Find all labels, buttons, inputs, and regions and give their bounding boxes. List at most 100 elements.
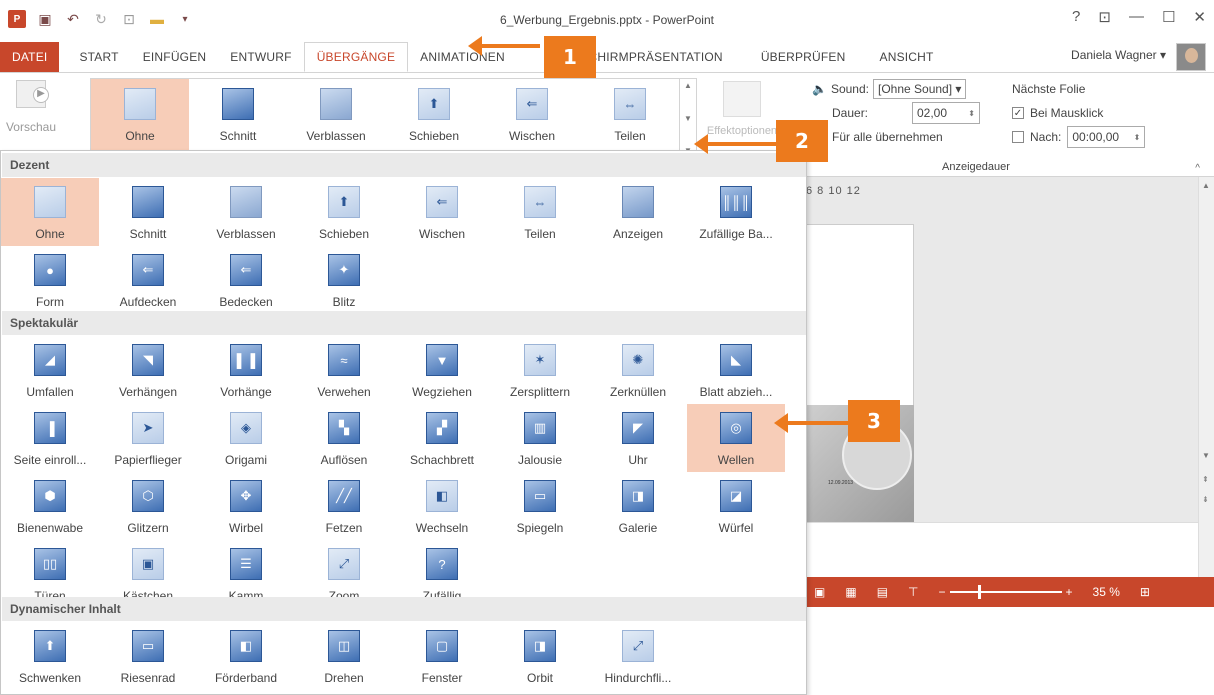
- transition-drehen[interactable]: ◫ Drehen: [295, 622, 393, 690]
- transition-uhr[interactable]: ◤ Uhr: [589, 404, 687, 472]
- duration-input[interactable]: 02,00 ⬍: [912, 102, 980, 124]
- transition-form[interactable]: ● Form: [1, 246, 99, 314]
- transition-foerderband[interactable]: ◧ Förderband: [197, 622, 295, 690]
- zoom-slider[interactable]: [949, 585, 1062, 599]
- transition-fenster[interactable]: ▢ Fenster: [393, 622, 491, 690]
- transition-zufaellige-balken[interactable]: ║║║ Zufällige Ba...: [687, 178, 785, 246]
- maximize-icon[interactable]: ☐: [1162, 8, 1175, 26]
- scroll-down-icon[interactable]: ▼: [1202, 451, 1210, 460]
- tab-ansicht[interactable]: ANSICHT: [868, 42, 946, 72]
- transition-label: Zerknüllen: [609, 385, 667, 399]
- tab-datei[interactable]: DATEI: [0, 42, 60, 72]
- collapse-ribbon-icon[interactable]: ^: [1195, 163, 1200, 174]
- transition-label: Wirbel: [228, 521, 263, 535]
- transition-label: Aufdecken: [119, 295, 177, 309]
- transition-wuerfel[interactable]: ◪ Würfel: [687, 472, 785, 540]
- transition-verhaengen[interactable]: ◥ Verhängen: [99, 336, 197, 404]
- tab-ueberpruefen[interactable]: ÜBERPRÜFEN: [749, 42, 858, 72]
- gallery-item-verblassen[interactable]: Verblassen: [287, 79, 385, 157]
- ribbon-display-icon[interactable]: ⊡: [1098, 8, 1111, 26]
- transition-zersplittern[interactable]: ✶ Zersplittern: [491, 336, 589, 404]
- user-name[interactable]: Daniela Wagner ▾: [1071, 48, 1166, 62]
- scroll-down-icon[interactable]: ▼: [684, 114, 692, 123]
- zoom-out-icon[interactable]: −: [938, 585, 945, 599]
- tab-start[interactable]: START: [67, 42, 130, 72]
- transition-zerknuellen[interactable]: ✺ Zerknüllen: [589, 336, 687, 404]
- previous-slide-icon[interactable]: ⇞: [1202, 475, 1209, 484]
- fit-to-window-icon[interactable]: ⊞: [1140, 585, 1150, 599]
- minimize-icon[interactable]: —: [1129, 8, 1144, 26]
- preview-button[interactable]: Vorschau: [0, 78, 62, 158]
- transition-vorhaenge[interactable]: ▌▐ Vorhänge: [197, 336, 295, 404]
- transition-wirbel[interactable]: ✥ Wirbel: [197, 472, 295, 540]
- transition-bienenwabe[interactable]: ⬢ Bienenwabe: [1, 472, 99, 540]
- scroll-up-icon[interactable]: ▲: [684, 81, 692, 90]
- gallery-item-schnitt[interactable]: Schnitt: [189, 79, 287, 157]
- tab-entwurf[interactable]: ENTWURF: [218, 42, 303, 72]
- scroll-up-icon[interactable]: ▲: [1202, 181, 1210, 190]
- on-click-checkbox[interactable]: ✓: [1012, 107, 1024, 119]
- tab-uebergaenge[interactable]: ÜBERGÄNGE: [303, 42, 409, 72]
- transition-wellen[interactable]: ◎ Wellen: [687, 404, 785, 472]
- transition-schnitt[interactable]: Schnitt: [99, 178, 197, 246]
- transition-papierflieger[interactable]: ➤ Papierflieger: [99, 404, 197, 472]
- transition-fetzen[interactable]: ╱╱ Fetzen: [295, 472, 393, 540]
- after-input[interactable]: 00:00,00 ⬍: [1067, 126, 1146, 148]
- transition-origami[interactable]: ◈ Origami: [197, 404, 295, 472]
- transition-schachbrett[interactable]: ▞ Schachbrett: [393, 404, 491, 472]
- vortex-transition-icon: ✥: [230, 480, 262, 512]
- orbit-transition-icon: ◨: [524, 630, 556, 662]
- transition-anzeigen[interactable]: Anzeigen: [589, 178, 687, 246]
- gallery-item-schieben[interactable]: ⬆ Schieben: [385, 79, 483, 157]
- normal-view-icon[interactable]: ▣: [814, 585, 825, 599]
- transition-label: Papierflieger: [114, 453, 182, 467]
- transition-umfallen[interactable]: ◢ Umfallen: [1, 336, 99, 404]
- transition-wegziehen[interactable]: ▼ Wegziehen: [393, 336, 491, 404]
- transition-label: Seite einroll...: [13, 453, 87, 467]
- transition-blitz[interactable]: ✦ Blitz: [295, 246, 393, 314]
- transition-galerie[interactable]: ◨ Galerie: [589, 472, 687, 540]
- gallery-item-teilen[interactable]: ⇔ Teilen: [581, 79, 679, 157]
- none-transition-icon: [34, 186, 66, 218]
- transition-seite-einrollen[interactable]: ▐ Seite einroll...: [1, 404, 99, 472]
- transition-aufdecken[interactable]: ⇐ Aufdecken: [99, 246, 197, 314]
- transition-orbit[interactable]: ◨ Orbit: [491, 622, 589, 690]
- transition-label: Drehen: [324, 671, 364, 685]
- gallery-item-ohne[interactable]: Ohne: [91, 79, 189, 157]
- transition-schieben[interactable]: ⬆ Schieben: [295, 178, 393, 246]
- after-checkbox[interactable]: [1012, 131, 1024, 143]
- transition-jalousie[interactable]: ▥ Jalousie: [491, 404, 589, 472]
- effect-options-button[interactable]: Effektoptionen: [704, 81, 780, 137]
- zoom-level[interactable]: 35 %: [1093, 585, 1120, 599]
- transition-verblassen[interactable]: Verblassen: [197, 178, 295, 246]
- vertical-scrollbar[interactable]: ▲ ▼ ⇞ ⇟: [1198, 177, 1214, 577]
- transition-hindurchfliegen[interactable]: ⤢ Hindurchfli...: [589, 622, 687, 690]
- apply-all-button[interactable]: Für alle übernehmen: [832, 130, 943, 144]
- next-slide-icon[interactable]: ⇟: [1202, 495, 1209, 504]
- transition-wechseln[interactable]: ◧ Wechseln: [393, 472, 491, 540]
- tab-einfuegen[interactable]: EINFÜGEN: [131, 42, 219, 72]
- after-label: Nach:: [1030, 130, 1062, 144]
- help-icon[interactable]: ?: [1072, 8, 1080, 26]
- transition-riesenrad[interactable]: ▭ Riesenrad: [99, 622, 197, 690]
- zoom-in-icon[interactable]: +: [1066, 585, 1073, 599]
- transition-aufloesen[interactable]: ▚ Auflösen: [295, 404, 393, 472]
- transition-ohne[interactable]: Ohne: [1, 178, 99, 246]
- reading-view-icon[interactable]: ▤: [877, 585, 888, 599]
- slide-sorter-icon[interactable]: ▦: [845, 585, 856, 599]
- gallery-item-wischen[interactable]: ⇐ Wischen: [483, 79, 581, 157]
- transition-schwenken[interactable]: ⬆ Schwenken: [1, 622, 99, 690]
- notes-pane[interactable]: [806, 522, 1198, 577]
- transition-teilen[interactable]: ⇔ Teilen: [491, 178, 589, 246]
- transition-verwehen[interactable]: ≈ Verwehen: [295, 336, 393, 404]
- transition-blatt-abziehen[interactable]: ◣ Blatt abzieh...: [687, 336, 785, 404]
- slideshow-view-icon[interactable]: ⊤: [908, 585, 918, 599]
- transition-spiegeln[interactable]: ▭ Spiegeln: [491, 472, 589, 540]
- transition-glitzern[interactable]: ⬡ Glitzern: [99, 472, 197, 540]
- close-icon[interactable]: ✕: [1193, 8, 1206, 26]
- transition-wischen[interactable]: ⇐ Wischen: [393, 178, 491, 246]
- sound-select[interactable]: [Ohne Sound] ▾: [873, 79, 967, 99]
- duration-label: Dauer:: [832, 106, 869, 120]
- avatar[interactable]: [1176, 43, 1206, 71]
- transition-bedecken[interactable]: ⇐ Bedecken: [197, 246, 295, 314]
